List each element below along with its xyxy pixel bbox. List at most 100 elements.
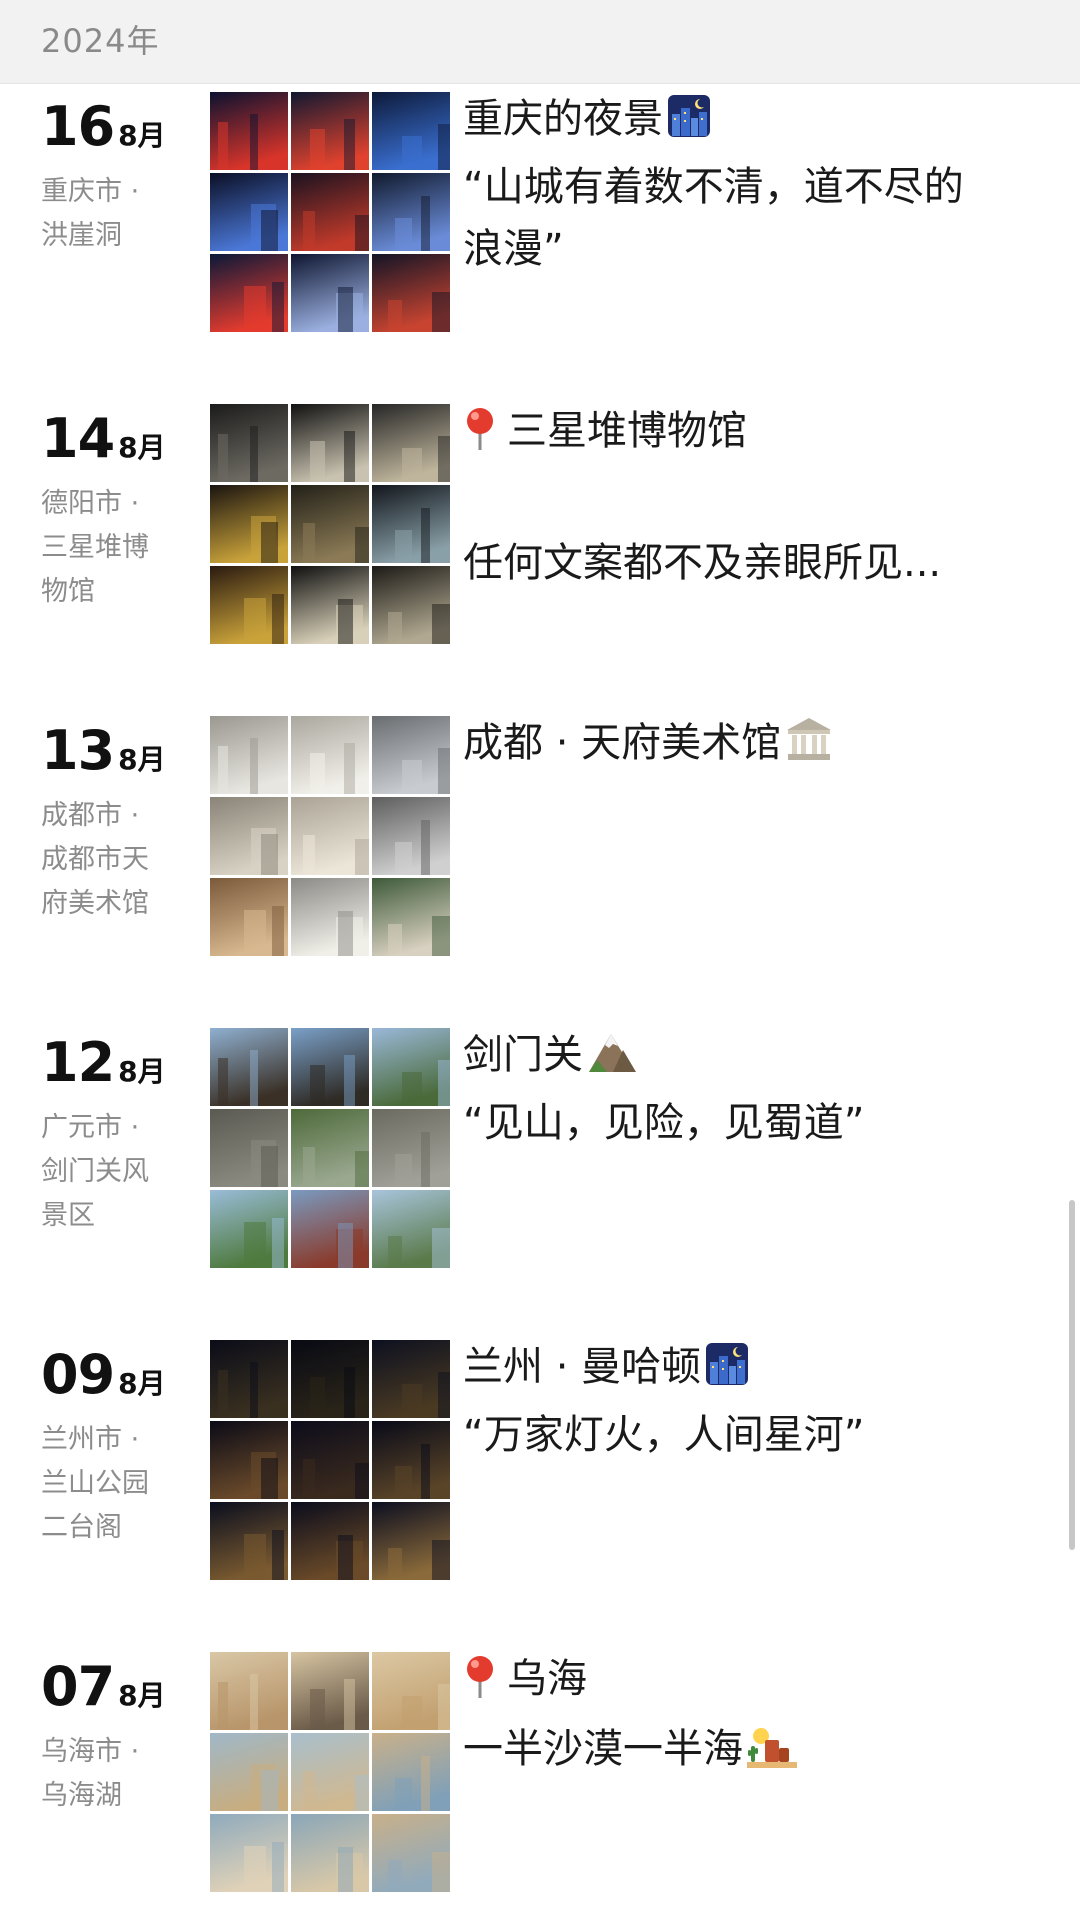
photo-grid[interactable]	[210, 404, 450, 644]
photo-thumbnail[interactable]	[291, 1733, 369, 1811]
timeline-post[interactable]: 07 8月 乌海市 · 乌海湖 乌海 一半沙漠一半海	[0, 1652, 1080, 1897]
post-day: 09	[41, 1343, 115, 1406]
location-line: 兰州市 ·	[41, 1424, 140, 1455]
photo-thumbnail[interactable]	[291, 566, 369, 644]
photo-thumbnail[interactable]	[291, 797, 369, 875]
photo-thumbnail[interactable]	[291, 1340, 369, 1418]
post-text[interactable]: 三星堆博物馆 任何文案都不及亲眼所见...	[463, 400, 1023, 594]
photo-grid[interactable]	[210, 1028, 450, 1268]
photo-thumbnail[interactable]	[372, 254, 450, 332]
post-location: 兰州市 · 兰山公园 二台阁	[41, 1418, 171, 1550]
photo-thumbnail[interactable]	[372, 1109, 450, 1187]
timeline-post[interactable]: 16 8月 重庆市 · 洪崖洞 重庆的夜景 “山城有着数不清，道不尽的 浪漫”	[0, 92, 1080, 337]
photo-thumbnail[interactable]	[291, 716, 369, 794]
photo-thumbnail[interactable]	[291, 1814, 369, 1892]
photo-thumbnail[interactable]	[372, 797, 450, 875]
photo-thumbnail[interactable]	[210, 404, 288, 482]
scrollbar[interactable]	[1069, 1200, 1075, 1550]
photo-thumbnail[interactable]	[291, 1028, 369, 1106]
timeline-post[interactable]: 09 8月 兰州市 · 兰山公园 二台阁 兰州 · 曼哈顿 “万家灯火，人间星河”	[0, 1340, 1080, 1585]
post-month: 8月	[118, 119, 166, 152]
pin-icon	[463, 406, 497, 470]
photo-thumbnail[interactable]	[372, 1190, 450, 1268]
photo-grid[interactable]	[210, 92, 450, 332]
post-date: 09 8月	[41, 1340, 166, 1410]
mountain-icon	[587, 1030, 637, 1092]
photo-thumbnail[interactable]	[291, 173, 369, 251]
photo-grid[interactable]	[210, 1652, 450, 1892]
photo-thumbnail[interactable]	[291, 1502, 369, 1580]
photo-thumbnail[interactable]	[210, 566, 288, 644]
post-text[interactable]: 兰州 · 曼哈顿 “万家灯火，人间星河”	[463, 1336, 1023, 1466]
photo-thumbnail[interactable]	[372, 92, 450, 170]
pin-icon	[463, 1654, 497, 1718]
photo-thumbnail[interactable]	[210, 1340, 288, 1418]
photo-thumbnail[interactable]	[291, 254, 369, 332]
photo-thumbnail[interactable]	[210, 1421, 288, 1499]
photo-thumbnail[interactable]	[210, 878, 288, 956]
post-text[interactable]: 剑门关 “见山，见险，见蜀道”	[463, 1024, 1023, 1154]
photo-thumbnail[interactable]	[372, 716, 450, 794]
photo-thumbnail[interactable]	[291, 404, 369, 482]
photo-thumbnail[interactable]	[372, 1733, 450, 1811]
photo-thumbnail[interactable]	[210, 1028, 288, 1106]
post-text[interactable]: 重庆的夜景 “山城有着数不清，道不尽的 浪漫”	[463, 88, 1023, 280]
photo-thumbnail[interactable]	[210, 716, 288, 794]
photo-thumbnail[interactable]	[372, 1028, 450, 1106]
photo-thumbnail[interactable]	[210, 1109, 288, 1187]
location-line: 成都市 ·	[41, 800, 140, 831]
photo-thumbnail[interactable]	[210, 254, 288, 332]
photo-grid[interactable]	[210, 1340, 450, 1580]
photo-thumbnail[interactable]	[291, 1190, 369, 1268]
post-location: 重庆市 · 洪崖洞	[41, 170, 171, 258]
photo-grid[interactable]	[210, 716, 450, 956]
post-month: 8月	[118, 1679, 166, 1712]
photo-thumbnail[interactable]	[372, 1421, 450, 1499]
post-text-line: 浪漫”	[463, 226, 564, 272]
photo-thumbnail[interactable]	[372, 566, 450, 644]
timeline-post[interactable]: 13 8月 成都市 · 成都市天 府美术馆 成都 · 天府美术馆	[0, 716, 1080, 961]
post-date: 16 8月	[41, 92, 166, 162]
post-text-line	[463, 470, 1023, 532]
photo-thumbnail[interactable]	[372, 404, 450, 482]
post-location: 乌海市 · 乌海湖	[41, 1730, 171, 1818]
photo-thumbnail[interactable]	[291, 1421, 369, 1499]
post-text-line: 三星堆博物馆	[507, 408, 747, 454]
photo-thumbnail[interactable]	[291, 878, 369, 956]
photo-thumbnail[interactable]	[210, 485, 288, 563]
timeline-post[interactable]: 12 8月 广元市 · 剑门关风 景区 剑门关 “见山，见险，见蜀道”	[0, 1028, 1080, 1273]
photo-thumbnail[interactable]	[210, 1190, 288, 1268]
photo-thumbnail[interactable]	[372, 1502, 450, 1580]
photo-thumbnail[interactable]	[210, 1502, 288, 1580]
photo-thumbnail[interactable]	[210, 1814, 288, 1892]
photo-thumbnail[interactable]	[291, 1652, 369, 1730]
post-date: 12 8月	[41, 1028, 166, 1098]
photo-thumbnail[interactable]	[210, 1733, 288, 1811]
photo-thumbnail[interactable]	[372, 878, 450, 956]
photo-thumbnail[interactable]	[372, 1340, 450, 1418]
museum-icon	[785, 716, 833, 780]
photo-thumbnail[interactable]	[372, 1652, 450, 1730]
photo-thumbnail[interactable]	[372, 485, 450, 563]
timeline-post[interactable]: 14 8月 德阳市 · 三星堆博 物馆 三星堆博物馆 任何文案都不及亲眼所见...	[0, 404, 1080, 649]
photo-thumbnail[interactable]	[210, 92, 288, 170]
post-date: 14 8月	[41, 404, 166, 474]
photo-thumbnail[interactable]	[210, 173, 288, 251]
post-day: 13	[41, 719, 115, 782]
post-text[interactable]: 乌海 一半沙漠一半海	[463, 1648, 1023, 1786]
photo-thumbnail[interactable]	[291, 1109, 369, 1187]
location-line: 物馆	[41, 576, 95, 607]
post-text[interactable]: 成都 · 天府美术馆	[463, 712, 1023, 780]
location-line: 三星堆博	[41, 532, 149, 563]
post-location: 成都市 · 成都市天 府美术馆	[41, 794, 171, 926]
photo-thumbnail[interactable]	[210, 1652, 288, 1730]
photo-thumbnail[interactable]	[210, 797, 288, 875]
location-line: 洪崖洞	[41, 220, 122, 251]
photo-thumbnail[interactable]	[372, 173, 450, 251]
post-text-line: 乌海	[507, 1656, 587, 1702]
photo-thumbnail[interactable]	[291, 92, 369, 170]
photo-thumbnail[interactable]	[291, 485, 369, 563]
location-line: 成都市天	[41, 844, 149, 875]
post-text-line: 兰州 · 曼哈顿	[463, 1344, 702, 1390]
photo-thumbnail[interactable]	[372, 1814, 450, 1892]
